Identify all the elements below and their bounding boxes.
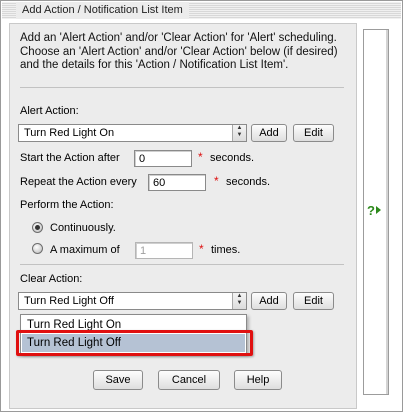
- required-marker: *: [214, 174, 219, 188]
- select-spinner-icon: ▲ ▼: [232, 125, 246, 141]
- title-bar[interactable]: Add Action / Notification List Item: [2, 2, 401, 19]
- repeat-every-input[interactable]: [148, 174, 206, 191]
- save-button[interactable]: Save: [93, 370, 143, 390]
- alert-edit-button[interactable]: Edit: [293, 124, 334, 142]
- alert-action-label: Alert Action:: [20, 105, 79, 117]
- form-panel: Add an 'Alert Action' and/or 'Clear Acti…: [9, 23, 357, 409]
- dialog-window: Add Action / Notification List Item Add …: [0, 0, 403, 412]
- divider: [20, 87, 344, 88]
- alert-add-button[interactable]: Add: [251, 124, 287, 142]
- required-marker: *: [199, 242, 204, 256]
- clear-action-label: Clear Action:: [20, 273, 83, 285]
- alert-action-select[interactable]: Turn Red Light On ▲ ▼: [18, 124, 247, 142]
- clear-edit-button[interactable]: Edit: [293, 292, 334, 310]
- alert-action-value: Turn Red Light On: [24, 127, 115, 139]
- help-button[interactable]: Help: [234, 370, 282, 390]
- intro-text: Add an 'Alert Action' and/or 'Clear Acti…: [20, 32, 338, 71]
- continuously-label: Continuously.: [50, 222, 116, 234]
- help-arrow-icon[interactable]: ?: [367, 203, 381, 218]
- maximum-times-input[interactable]: [135, 242, 193, 259]
- continuously-radio[interactable]: [32, 222, 43, 233]
- divider: [20, 264, 344, 265]
- clear-action-value: Turn Red Light Off: [24, 295, 114, 307]
- select-spinner-icon: ▲ ▼: [232, 293, 246, 309]
- clear-add-button[interactable]: Add: [251, 292, 287, 310]
- side-help-panel: ?: [363, 29, 389, 395]
- perform-label: Perform the Action:: [20, 199, 114, 211]
- start-after-unit: seconds.: [210, 152, 255, 164]
- arrow-right-icon: [375, 206, 381, 214]
- help-glyph: ?: [367, 203, 375, 218]
- repeat-every-unit: seconds.: [226, 176, 271, 188]
- start-after-label: Start the Action after: [20, 152, 120, 164]
- required-marker: *: [198, 150, 203, 164]
- window-title: Add Action / Notification List Item: [16, 2, 189, 19]
- start-after-input[interactable]: [134, 150, 192, 167]
- repeat-every-label: Repeat the Action every: [20, 176, 137, 188]
- maximum-label: A maximum of: [50, 244, 120, 256]
- maximum-radio[interactable]: [32, 243, 43, 254]
- cancel-button[interactable]: Cancel: [158, 370, 220, 390]
- clear-action-select[interactable]: Turn Red Light Off ▲ ▼: [18, 292, 247, 310]
- annotation-highlight-box: [16, 330, 253, 356]
- times-unit: times.: [211, 244, 241, 256]
